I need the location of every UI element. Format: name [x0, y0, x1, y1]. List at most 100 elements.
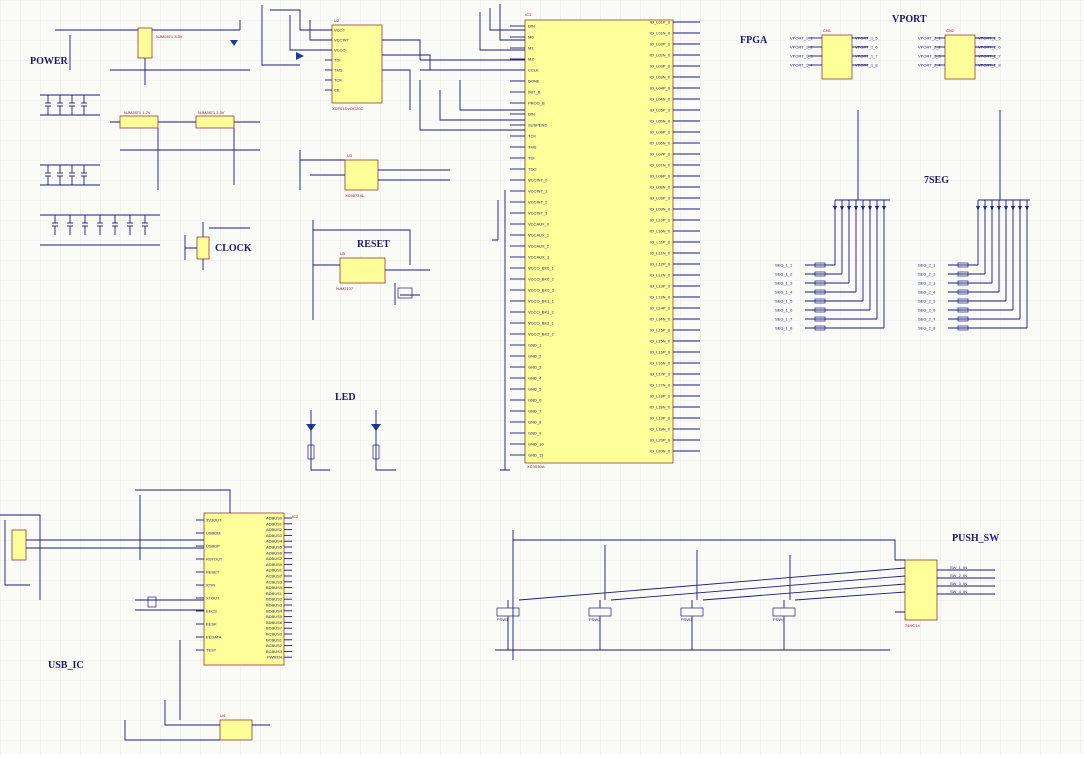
usb-pin-label: EEDATA: [206, 635, 222, 640]
usb-pin-label: ACBUS0: [266, 562, 283, 567]
usb-pin-label: BDBUS2: [266, 597, 283, 602]
vport-left-net-label: VPORT_1_6: [855, 45, 878, 50]
vport-left-net-label: VPORT_1_2: [790, 45, 813, 50]
fpga-right-pin-label: IO_L13P_0: [650, 284, 671, 289]
fpga-left-pin-label: GND_1: [528, 343, 542, 348]
vport-right-net-label: VPORT_2_5: [978, 36, 1001, 41]
fpga-right-pin-label: IO_L15P_0: [650, 328, 671, 333]
fpga-right-pin-label: IO_L08P_0: [650, 174, 671, 179]
fpga-left-pin-label: GND_8: [528, 420, 542, 425]
push-sw-output-label: SW_3_IN: [950, 581, 967, 586]
usb-connector[interactable]: [11, 529, 27, 561]
usb-pin-label: ADBUS3: [266, 533, 283, 538]
vport-left-net-label: VPORT_1_8: [855, 63, 878, 68]
seg7-net-label: SEG_1_4: [775, 290, 793, 295]
config-prom: U2 XCF01SVOG20C VCCJ VCCINT VCCO TDI TMS TCK C…: [325, 18, 383, 111]
seg7-net-label: SEG_2_4: [918, 290, 936, 295]
vport-right-ref: CN2: [946, 28, 955, 33]
usb-ic-ref: IC2: [292, 514, 299, 519]
eeprom-body: [219, 719, 253, 741]
fpga-left-pin-label: M2: [528, 57, 534, 62]
fpga-right-pin-label: IO_L11N_0: [650, 251, 671, 256]
section-title-usb-ic: USB_IC: [48, 660, 84, 671]
push-sw-ic: [904, 559, 938, 621]
usb-pin-label: ADBUS6: [266, 550, 283, 555]
fpga-left-pin-label: GND_11: [528, 453, 544, 458]
fpga-right-pin-label: IO_L20N_0: [650, 449, 671, 454]
config-prom-ref: U2: [334, 18, 340, 23]
fpga-right-pin-label: IO_L07P_0: [650, 152, 671, 157]
section-title-reset: RESET: [357, 239, 390, 250]
vport-right-net-label: VPORT_2_4: [918, 63, 941, 68]
vport-right-net-label: VPORT_2_6: [978, 45, 1001, 50]
push-sw-output-label: SW_4_IN: [950, 589, 967, 594]
vport-left-net-label: VPORT_1_1: [790, 36, 813, 41]
fpga-right-pin-label: IO_L16N_0: [650, 361, 671, 366]
fpga-left-pin-label: DIN: [528, 112, 535, 117]
fpga-right-pin-label: IO_L18P_0: [650, 394, 671, 399]
prom-left-pin-label: CE: [334, 88, 340, 93]
fpga-right-pin-label: IO_L16P_0: [650, 350, 671, 355]
seg7-net-label: SEG_1_7: [775, 317, 793, 322]
fpga-left-pin-label: INIT_B: [528, 90, 541, 95]
usb-pin-label: ACBUS1: [266, 568, 283, 573]
usb-pin-label: 3V3OUT: [206, 518, 222, 523]
section-title-led: LED: [335, 392, 356, 403]
usb-pin-label: ADBUS4: [266, 539, 283, 544]
fpga-left-pin-label: GND_2: [528, 354, 542, 359]
fpga-right-pin-label: IO_L08N_0: [650, 185, 671, 190]
fpga-left-pin-label: GND_3: [528, 365, 542, 370]
fpga-left-pin-label: VCCO_BK2_2: [528, 332, 555, 337]
section-title-7seg: 7SEG: [924, 175, 949, 186]
fpga-right-pin-label: IO_L15N_0: [650, 339, 671, 344]
schematic-sheet: POWER FPGA VPORT 7SEG CLOCK RESET LED US…: [0, 0, 1084, 754]
usb-pin-label: ADBUS1: [266, 521, 283, 526]
fpga-left-pin-label: VCCO_BK2_1: [528, 321, 555, 326]
fpga-right-pin-label: IO_L10P_0: [650, 218, 671, 223]
eeprom-ref: U4: [220, 713, 226, 718]
reset-ic-part: NJM2107: [336, 286, 354, 291]
fpga-chip: IC1 XC3S50A DIN M0 M1 M2 CCLK DONE INIT_B PROG_…: [510, 12, 700, 469]
fpga-right-pin-label: IO_L01P_0: [650, 20, 671, 25]
vport-right-net-label: VPORT_2_2: [918, 45, 941, 50]
fpga-right-pin-label: IO_L14P_0: [650, 306, 671, 311]
vport-right-connector: [944, 34, 976, 80]
vport-left-connector: [821, 34, 853, 80]
usb-pin-label: USBDM: [206, 531, 220, 536]
seg7-net-label: SEG_1_1: [775, 263, 793, 268]
fpga-left-pin-label: VCCAUX_1: [528, 233, 550, 238]
vport-right-net-label: VPORT_2_7: [978, 54, 1001, 59]
jtag-cpld-body: [344, 159, 379, 191]
regulator-1v2: [119, 115, 159, 129]
usb-pin-label: ADBUS2: [266, 527, 283, 532]
usb-pin-label: RESET: [206, 570, 220, 575]
reset-ic-ref: U5: [340, 251, 346, 256]
fpga-right-pin-label: IO_L09N_0: [650, 207, 671, 212]
fpga-left-pin-label: TCK: [528, 134, 536, 139]
fpga-right-pin-label: IO_L14N_0: [650, 317, 671, 322]
usb-pin-label: BDBUS1: [266, 591, 283, 596]
fpga-left-pin-label: TDO: [528, 167, 536, 172]
fpga-right-pin-label: IO_L09P_0: [650, 196, 671, 201]
prom-left-pin-label: VCCINT: [334, 38, 349, 43]
usb-pin-label: EESK: [206, 622, 217, 627]
push-sw-ic-part: 74HC14: [905, 623, 920, 628]
usb-pin-label: ADBUS0: [266, 516, 283, 521]
usb-pin-label: BCBUS3: [266, 649, 283, 654]
fpga-right-pin-label: IO_L05P_0: [650, 108, 671, 113]
fpga-left-pin-label: GND_4: [528, 376, 542, 381]
fpga-left-pin-label: TMS: [528, 145, 537, 150]
usb-pin-label: ACBUS2: [266, 574, 283, 579]
fpga-right-pin-label: IO_L19N_0: [650, 427, 671, 432]
vport-left-net-label: VPORT_1_5: [855, 36, 878, 41]
seg7-net-label: SEG_1_8: [775, 326, 793, 331]
fpga-left-pin-label: GND_9: [528, 431, 542, 436]
seg7-net-label: SEG_2_6: [918, 308, 936, 313]
section-title-push-sw: PUSH_SW: [952, 533, 999, 544]
fpga-left-pin-label: VCCO_BK1_1: [528, 299, 555, 304]
usb-pin-label: BDBUS5: [266, 614, 283, 619]
usb-pin-label: BDBUS0: [266, 585, 283, 590]
regulator-main-label: NJM2871 3.3V: [156, 34, 183, 39]
fpga-left-pin-label: VCCAUX_0: [528, 222, 550, 227]
fpga-right-pin-label: IO_L18N_0: [650, 405, 671, 410]
